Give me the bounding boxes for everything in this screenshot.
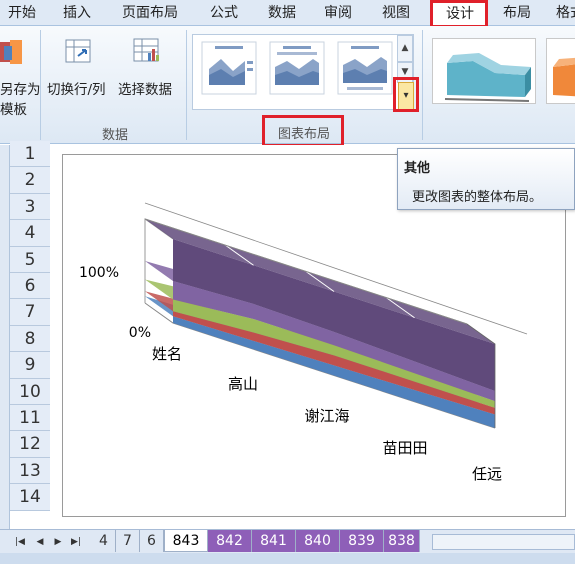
save-template-label: 另存为 (0, 82, 41, 98)
row-header[interactable]: 11 (10, 405, 50, 432)
tooltip-body: 更改图表的整体布局。 (412, 190, 543, 205)
ribbon: 另存为 模板 切换行/列 选择数据 数据 ▲ ▼ ▾ 图表布局 (0, 26, 575, 147)
row-header[interactable]: 8 (10, 325, 50, 353)
tab-view[interactable]: 视图 (372, 0, 420, 26)
row-header[interactable]: 9 (10, 352, 50, 379)
group-separator (422, 30, 423, 140)
select-data-button[interactable]: 选择数据 (118, 78, 172, 98)
chart-layouts-label-highlight (262, 115, 344, 147)
sheet-tab[interactable]: 841 (252, 530, 296, 552)
tooltip-title: 其他 (404, 161, 431, 176)
row-header[interactable]: 1 (10, 141, 50, 168)
save-template-label-2: 模板 (0, 102, 27, 118)
x-tick-label: 姓名 (152, 345, 182, 363)
row-header[interactable]: 3 (10, 193, 50, 221)
chart-layout-gallery: ▲ ▼ (192, 34, 414, 110)
chart-style-1[interactable] (432, 38, 536, 104)
group-separator (40, 30, 41, 140)
row-header[interactable]: 5 (10, 246, 50, 273)
row-header[interactable]: 14 (10, 484, 50, 511)
next-sheet-icon[interactable]: ▶ (52, 534, 64, 550)
y-tick-label: 0% (129, 325, 151, 341)
y-tick-label: 100% (79, 265, 119, 281)
sheet-tab-bar: |◀ ◀ ▶ ▶| 4 7 6 843 842 841 840 839 838 (0, 529, 575, 553)
gallery-scroll-up-icon[interactable]: ▲ (397, 35, 413, 62)
prev-sheet-icon[interactable]: ◀ (34, 534, 46, 550)
tab-layout[interactable]: 布局 (492, 0, 542, 26)
row-header[interactable]: 6 (10, 273, 50, 300)
excel-window: 开始 插入 页面布局 公式 数据 审阅 视图 设计 布局 格式 另存为 模板 切… (0, 0, 575, 564)
select-data-icon[interactable] (132, 36, 164, 66)
more-button-highlight (393, 77, 419, 112)
row-gutter (0, 145, 10, 529)
chart-style-2[interactable] (546, 38, 575, 104)
chart-layout-1[interactable] (201, 41, 257, 95)
switch-row-col-button[interactable]: 切换行/列 (47, 78, 106, 98)
sheet-tab[interactable]: 842 (208, 530, 252, 552)
row-header[interactable]: 13 (10, 457, 50, 485)
sheet-tab[interactable]: 839 (340, 530, 384, 552)
tab-formulas[interactable]: 公式 (200, 0, 248, 26)
first-sheet-icon[interactable]: |◀ (14, 534, 26, 550)
x-tick-label: 高山 (228, 375, 258, 393)
sheet-tab[interactable]: 7 (116, 530, 140, 552)
row-header[interactable]: 12 (10, 431, 50, 458)
tab-format[interactable]: 格式 (550, 0, 575, 26)
horizontal-scrollbar[interactable] (432, 534, 575, 550)
row-header[interactable]: 7 (10, 299, 50, 326)
sheet-tab-active[interactable]: 843 (164, 530, 208, 552)
x-tick-label: 谢江海 (304, 407, 349, 425)
x-tick-label: 苗田田 (382, 439, 427, 457)
sheet-tab[interactable]: 840 (296, 530, 340, 552)
chart-layout-2[interactable] (269, 41, 325, 95)
tooltip: 其他 更改图表的整体布局。 (397, 148, 575, 210)
sheet-tab[interactable]: 838 (384, 530, 420, 552)
tab-insert[interactable]: 插入 (55, 0, 99, 26)
sheet-tab[interactable]: 6 (140, 530, 164, 552)
row-header[interactable]: 10 (10, 378, 50, 405)
design-tab-highlight (430, 0, 488, 28)
switch-row-col-icon[interactable] (64, 36, 94, 66)
chart-layout-3[interactable] (337, 41, 393, 95)
ribbon-tab-bar: 开始 插入 页面布局 公式 数据 审阅 视图 设计 布局 格式 (0, 0, 575, 27)
tab-page-layout[interactable]: 页面布局 (108, 0, 192, 26)
tab-home[interactable]: 开始 (0, 0, 44, 26)
tab-data[interactable]: 数据 (258, 0, 306, 26)
tab-review[interactable]: 审阅 (314, 0, 362, 26)
data-group-label: 数据 (101, 128, 128, 143)
group-separator (186, 30, 187, 140)
save-template-icon[interactable] (0, 38, 26, 66)
row-header[interactable]: 2 (10, 167, 50, 194)
x-tick-label: 任远 (472, 465, 502, 483)
row-header[interactable]: 4 (10, 220, 50, 247)
last-sheet-icon[interactable]: ▶| (70, 534, 82, 550)
status-bar (0, 553, 575, 564)
sheet-tab[interactable]: 4 (92, 530, 116, 552)
